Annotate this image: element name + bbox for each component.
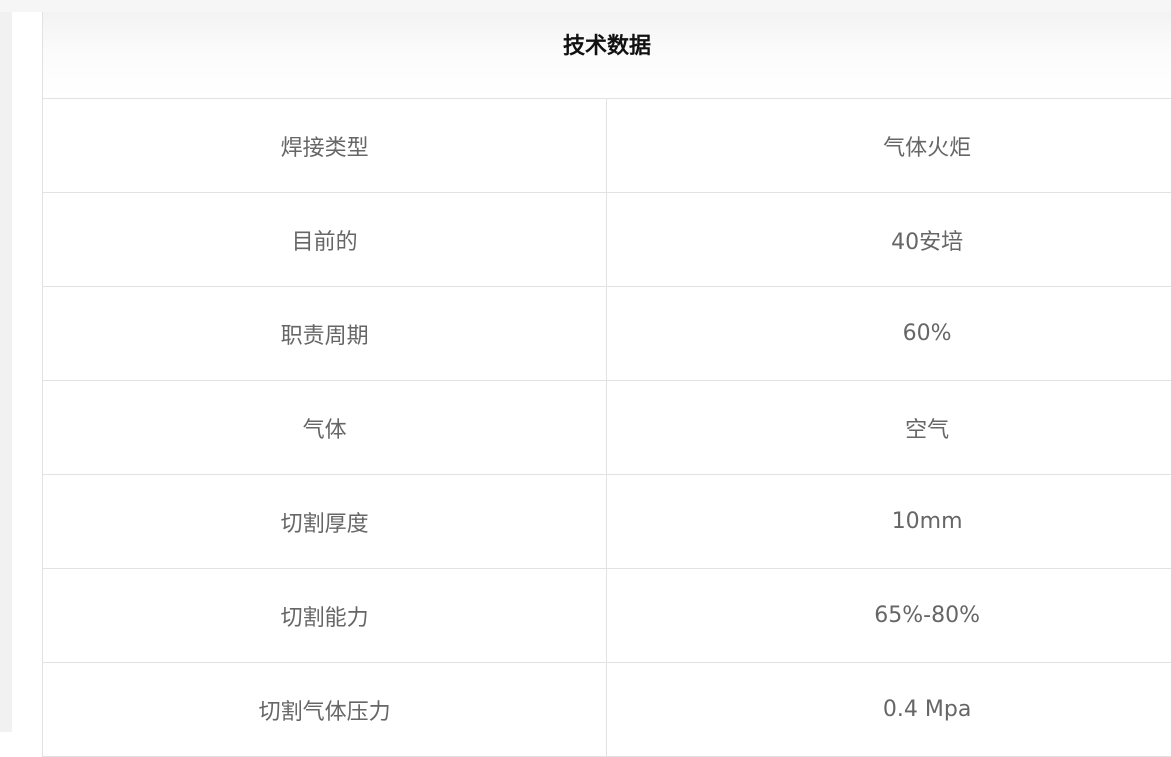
page-left-gutter	[0, 0, 12, 732]
spec-label-cell: 职责周期	[43, 287, 607, 381]
table-title: 技术数据	[563, 34, 651, 59]
spec-value-cell: 65%-80%	[607, 569, 1171, 663]
spec-value: 空气	[905, 418, 949, 443]
table-row: 焊接类型 气体火炬	[43, 99, 1171, 193]
spec-value: 气体火炬	[883, 136, 971, 161]
table-row: 切割能力 65%-80%	[43, 569, 1171, 663]
table-row: 气体 空气	[43, 381, 1171, 475]
spec-label-cell: 切割能力	[43, 569, 607, 663]
spec-label: 气体	[303, 418, 347, 443]
spec-value-cell: 40安培	[607, 193, 1171, 287]
table-header-row: 技术数据	[43, 12, 1171, 99]
spec-value: 40安培	[891, 230, 963, 255]
spec-value: 65%-80%	[874, 603, 980, 628]
spec-label-cell: 切割气体压力	[43, 663, 607, 757]
spec-value: 10mm	[892, 509, 963, 534]
table-row: 切割气体压力 0.4 Mpa	[43, 663, 1171, 757]
page-top-gutter	[0, 0, 1171, 12]
spec-value-cell: 气体火炬	[607, 99, 1171, 193]
spec-value-cell: 空气	[607, 381, 1171, 475]
spec-label-cell: 焊接类型	[43, 99, 607, 193]
spec-label-cell: 切割厚度	[43, 475, 607, 569]
spec-label-cell: 目前的	[43, 193, 607, 287]
spec-label: 切割能力	[281, 606, 369, 631]
table-row: 目前的 40安培	[43, 193, 1171, 287]
spec-label-cell: 气体	[43, 381, 607, 475]
table-row: 切割厚度 10mm	[43, 475, 1171, 569]
spec-value: 0.4 Mpa	[883, 697, 971, 722]
spec-table: 技术数据 焊接类型 气体火炬 目前的 40安培 职责周期 60% 气体 空气 切…	[42, 12, 1171, 757]
spec-value: 60%	[903, 321, 952, 346]
spec-value-cell: 10mm	[607, 475, 1171, 569]
table-title-cell: 技术数据	[43, 12, 1171, 99]
table-row: 职责周期 60%	[43, 287, 1171, 381]
spec-label: 切割气体压力	[259, 700, 391, 725]
spec-label: 切割厚度	[281, 512, 369, 537]
spec-value-cell: 60%	[607, 287, 1171, 381]
spec-label: 目前的	[292, 230, 358, 255]
spec-label: 职责周期	[281, 324, 369, 349]
spec-value-cell: 0.4 Mpa	[607, 663, 1171, 757]
spec-label: 焊接类型	[281, 136, 369, 161]
